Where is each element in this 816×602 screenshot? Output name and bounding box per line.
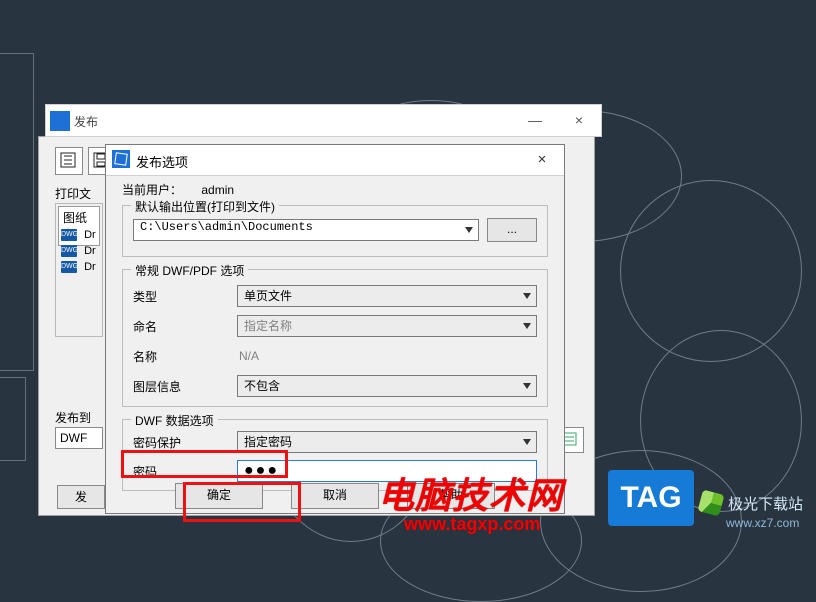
dwf-data-options-group: DWF 数据选项 密码保护 指定密码 密码 ●●● [122, 419, 548, 491]
dwf-pdf-options-legend: 常规 DWF/PDF 选项 [131, 262, 248, 279]
minimize-button[interactable]: — [513, 105, 557, 135]
name-label: 名称 [133, 348, 225, 365]
publish-to-label: 发布到 [55, 409, 91, 426]
dwg-icon: DWG [61, 261, 77, 273]
password-masked-value: ●●● [244, 462, 279, 479]
naming-value: 指定名称 [244, 319, 292, 333]
password-label: 密码 [133, 463, 225, 480]
publish-button-label: 发 [75, 490, 87, 504]
list-item[interactable]: DWG Dr [61, 245, 96, 257]
name-value: N/A [237, 349, 537, 363]
browse-button[interactable]: ... [487, 218, 537, 242]
layer-info-select[interactable]: 不包含 [237, 375, 537, 397]
dwg-icon: DWG [61, 229, 77, 241]
chevron-down-icon [523, 439, 531, 445]
toolbar-button-1[interactable] [55, 147, 83, 175]
list-item[interactable]: DWG Dr [61, 261, 96, 273]
parent-title-text: 发布 [74, 113, 98, 130]
dwf-pdf-options-group: 常规 DWF/PDF 选项 类型 单页文件 命名 指定名称 名称 N/A [122, 269, 548, 407]
cancel-button[interactable]: 取消 [291, 483, 379, 509]
bg-rect-1 [0, 53, 34, 371]
list-item[interactable]: DWG Dr [61, 229, 96, 241]
browse-button-label: ... [507, 222, 517, 236]
close-button[interactable]: × [557, 105, 601, 135]
app-icon [112, 150, 130, 168]
dialog-button-row: 确定 取消 帮助 [122, 483, 548, 509]
layer-info-label: 图层信息 [133, 378, 225, 395]
watermark-tag-badge: TAG [608, 470, 694, 526]
xz-name: 极光下载站 [728, 493, 803, 514]
dwg-icon: DWG [61, 245, 77, 257]
password-protect-value: 指定密码 [244, 435, 292, 449]
chevron-down-icon [523, 293, 531, 299]
ok-button[interactable]: 确定 [175, 483, 263, 509]
output-path-value: C:\Users\admin\Documents [140, 220, 313, 234]
publish-button-fragment[interactable]: 发 [57, 485, 105, 509]
publish-options-dialog: 发布选项 × 当前用户： admin 默认输出位置(打印到文件) C:\User… [105, 144, 565, 514]
output-location-legend: 默认输出位置(打印到文件) [131, 198, 279, 215]
dwf-data-options-legend: DWF 数据选项 [131, 412, 218, 429]
publish-to-select[interactable]: DWF [55, 427, 103, 449]
cancel-button-label: 取消 [323, 488, 347, 502]
help-button[interactable]: 帮助 [407, 483, 495, 509]
output-location-group: 默认输出位置(打印到文件) C:\Users\admin\Documents .… [122, 205, 548, 257]
naming-label: 命名 [133, 318, 225, 335]
xz-logo-icon [698, 490, 725, 517]
chevron-down-icon [523, 323, 531, 329]
dialog-body: 当前用户： admin 默认输出位置(打印到文件) C:\Users\admin… [122, 181, 548, 503]
type-select[interactable]: 单页文件 [237, 285, 537, 307]
watermark-url: www.tagxp.com [404, 514, 540, 535]
file-name: Dr [84, 261, 96, 273]
naming-select[interactable]: 指定名称 [237, 315, 537, 337]
app-icon [50, 111, 70, 131]
current-user-row: 当前用户： admin [122, 181, 548, 199]
section-print-label: 打印文 [55, 185, 91, 202]
output-path-select[interactable]: C:\Users\admin\Documents [133, 219, 479, 241]
current-user-value: admin [201, 183, 234, 197]
ok-button-label: 确定 [207, 488, 231, 502]
sheet-set-icon [59, 151, 79, 171]
help-button-label: 帮助 [439, 488, 463, 502]
xz-url: www.xz7.com [726, 516, 799, 530]
password-protect-label: 密码保护 [133, 434, 225, 451]
type-value: 单页文件 [244, 289, 292, 303]
password-protect-select[interactable]: 指定密码 [237, 431, 537, 453]
file-name: Dr [84, 245, 96, 257]
layer-info-value: 不包含 [244, 379, 280, 393]
file-name: Dr [84, 229, 96, 241]
publish-to-value: DWF [60, 431, 87, 445]
bg-rect-2 [0, 377, 26, 461]
close-button[interactable]: × [524, 149, 560, 171]
password-input[interactable]: ●●● [237, 460, 537, 482]
type-label: 类型 [133, 288, 225, 305]
watermark-xz: 极光下载站 www.xz7.com [700, 492, 803, 514]
parent-titlebar[interactable]: 发布 — × [45, 104, 602, 137]
current-user-label: 当前用户： [122, 181, 198, 198]
dialog-title: 发布选项 [136, 152, 188, 171]
chevron-down-icon [523, 383, 531, 389]
chevron-down-icon [465, 227, 473, 233]
titlebar[interactable]: 发布选项 × [106, 145, 564, 176]
